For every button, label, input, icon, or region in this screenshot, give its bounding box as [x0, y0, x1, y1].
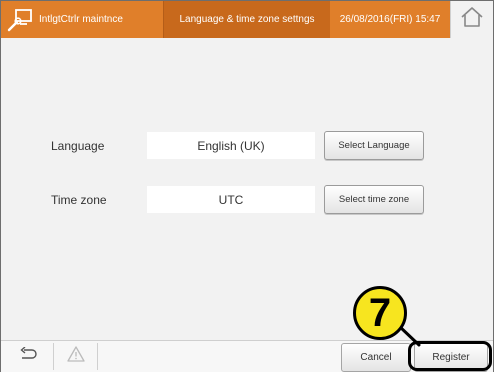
- language-label: Language: [51, 139, 105, 153]
- select-timezone-button[interactable]: Select time zone: [324, 185, 424, 214]
- timezone-label: Time zone: [51, 193, 107, 207]
- app-window: IntlgtCtrlr maintnce Language & time zon…: [0, 0, 494, 372]
- settings-panel: Language English (UK) Select Language Ti…: [1, 38, 493, 340]
- home-icon: [460, 6, 484, 33]
- timezone-value: UTC: [147, 186, 315, 213]
- header-bar: IntlgtCtrlr maintnce Language & time zon…: [1, 1, 493, 38]
- screen-title: Language & time zone settngs: [163, 1, 331, 38]
- language-value: English (UK): [147, 132, 315, 159]
- language-row: Language English (UK) Select Language: [1, 131, 493, 161]
- warning-button[interactable]: [55, 343, 98, 370]
- datetime-display: 26/08/2016(FRI) 15:47: [330, 1, 450, 38]
- home-button[interactable]: [450, 1, 493, 38]
- app-title: IntlgtCtrlr maintnce: [39, 14, 123, 25]
- register-highlight-ring: [408, 341, 492, 371]
- back-arrow-icon: [19, 346, 37, 366]
- wrench-monitor-icon: [5, 5, 35, 35]
- step-number-badge: 7: [353, 286, 407, 340]
- back-button[interactable]: [3, 343, 54, 370]
- cancel-button[interactable]: Cancel: [341, 343, 411, 372]
- select-language-button[interactable]: Select Language: [324, 131, 424, 160]
- app-title-segment[interactable]: IntlgtCtrlr maintnce: [1, 1, 163, 38]
- warning-icon: [67, 346, 85, 367]
- timezone-row: Time zone UTC Select time zone: [1, 185, 493, 215]
